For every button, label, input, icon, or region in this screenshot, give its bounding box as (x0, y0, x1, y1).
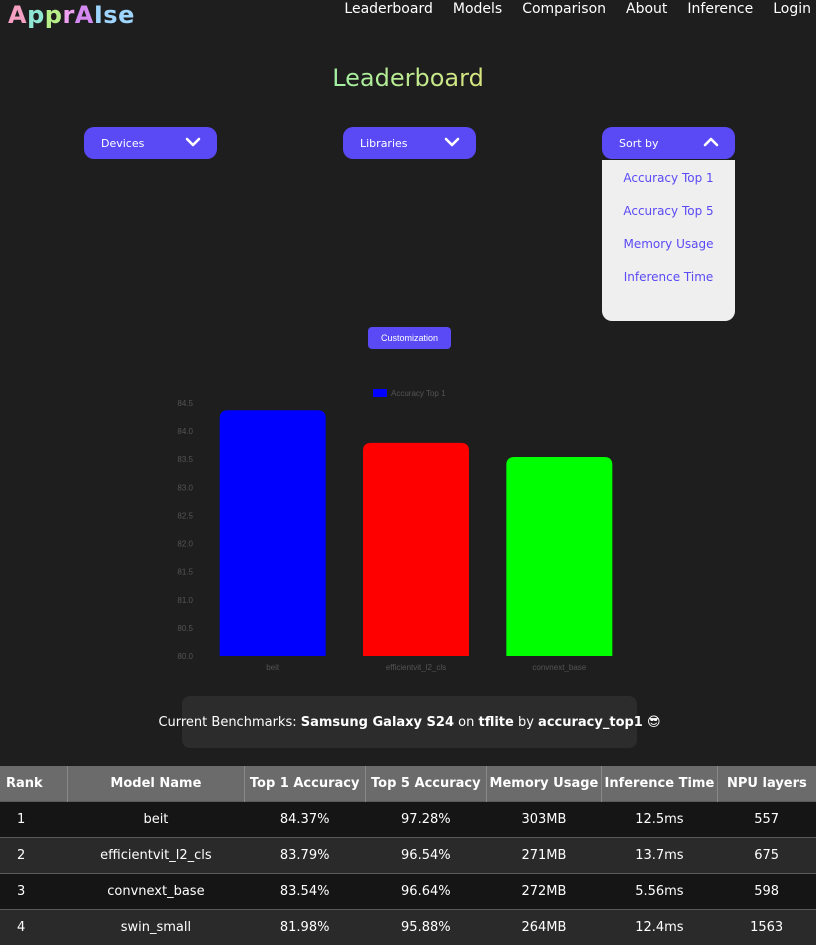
cell-inference: 12.5ms (601, 802, 717, 838)
logo-letter: p (45, 1, 63, 29)
y-tick-label: 84.0 (177, 427, 193, 436)
legend-label: Accuracy Top 1 (391, 389, 446, 398)
header-rank[interactable]: Rank (0, 766, 68, 802)
cell-top1: 81.98% (244, 910, 365, 945)
cell-top5: 95.88% (365, 910, 486, 945)
bar-beit[interactable] (220, 410, 326, 656)
bar-efficientvit-l2-cls[interactable] (363, 443, 469, 656)
sort-option-memory-usage[interactable]: Memory Usage (623, 235, 713, 268)
libraries-dropdown-label: Libraries (360, 137, 408, 150)
benchmark-by: by (514, 715, 538, 730)
nav-leaderboard[interactable]: Leaderboard (344, 1, 432, 17)
chevron-up-icon (703, 136, 719, 148)
logo-letter: Ise (94, 1, 135, 29)
top-navbar: ApprAIse Leaderboard Models Comparison A… (0, 0, 816, 34)
sort-by-menu: Accuracy Top 1 Accuracy Top 5 Memory Usa… (602, 160, 735, 321)
y-tick-label: 80.0 (177, 652, 193, 661)
main-nav: Leaderboard Models Comparison About Infe… (344, 1, 811, 17)
cell-memory: 264MB (486, 910, 601, 945)
y-tick-label: 82.5 (177, 511, 193, 520)
cell-npu: 557 (717, 802, 816, 838)
y-tick-label: 81.0 (177, 596, 193, 605)
header-memory-usage[interactable]: Memory Usage (486, 766, 601, 802)
table-row[interactable]: 1 beit 84.37% 97.28% 303MB 12.5ms 557 (0, 802, 816, 838)
cell-memory: 303MB (486, 802, 601, 838)
logo-letter: p (27, 1, 45, 29)
cell-top5: 96.64% (365, 874, 486, 910)
page-title: Leaderboard (0, 64, 816, 92)
cell-top1: 83.54% (244, 874, 365, 910)
cell-top1: 84.37% (244, 802, 365, 838)
y-tick-label: 80.5 (177, 624, 193, 633)
benchmark-metric: accuracy_top1 (538, 715, 643, 730)
sunglasses-emoji-icon: 😎 (647, 715, 661, 730)
y-tick-label: 82.0 (177, 540, 193, 549)
header-top1-accuracy[interactable]: Top 1 Accuracy (244, 766, 365, 802)
logo-letter: A (8, 1, 27, 29)
y-tick-label: 81.5 (177, 568, 193, 577)
sort-option-inference-time[interactable]: Inference Time (624, 268, 714, 301)
header-top5-accuracy[interactable]: Top 5 Accuracy (365, 766, 486, 802)
sort-option-accuracy-top-1[interactable]: Accuracy Top 1 (623, 169, 713, 202)
table-row[interactable]: 4 swin_small 81.98% 95.88% 264MB 12.4ms … (0, 910, 816, 945)
cell-top1: 83.79% (244, 838, 365, 874)
app-logo[interactable]: ApprAIse (8, 1, 135, 29)
cell-npu: 1563 (717, 910, 816, 945)
libraries-dropdown[interactable]: Libraries (343, 127, 476, 159)
nav-inference[interactable]: Inference (687, 1, 753, 17)
header-npu-layers[interactable]: NPU layers (717, 766, 816, 802)
header-model-name[interactable]: Model Name (68, 766, 244, 802)
x-tick-label: convnext_base (532, 663, 586, 672)
table-row[interactable]: 3 convnext_base 83.54% 96.64% 272MB 5.56… (0, 874, 816, 910)
cell-memory: 272MB (486, 874, 601, 910)
bar-convnext-base[interactable] (506, 457, 612, 656)
cell-top5: 96.54% (365, 838, 486, 874)
sort-by-dropdown[interactable]: Sort by (602, 127, 735, 159)
customization-button[interactable]: Customization (368, 327, 451, 349)
devices-dropdown-label: Devices (101, 137, 144, 150)
y-tick-label: 83.5 (177, 455, 193, 464)
cell-npu: 598 (717, 874, 816, 910)
benchmark-prefix: Current Benchmarks: (158, 715, 300, 730)
x-tick-label: efficientvit_l2_cls (386, 663, 446, 672)
logo-letter: r (62, 1, 74, 29)
y-tick-label: 84.5 (177, 399, 193, 408)
table-header-row: Rank Model Name Top 1 Accuracy Top 5 Acc… (0, 766, 816, 802)
cell-inference: 13.7ms (601, 838, 717, 874)
nav-models[interactable]: Models (453, 1, 502, 17)
cell-model-name: convnext_base (68, 874, 244, 910)
cell-rank: 1 (0, 802, 68, 838)
accuracy-bar-chart: 80.0 80.5 81.0 81.5 82.0 82.5 83.0 83.5 84.0 84.5… (0, 380, 816, 680)
chevron-down-icon (444, 136, 460, 148)
cell-inference: 5.56ms (601, 874, 717, 910)
nav-about[interactable]: About (626, 1, 667, 17)
table-row[interactable]: 2 efficientvit_l2_cls 83.79% 96.54% 271M… (0, 838, 816, 874)
legend-swatch (373, 389, 387, 397)
sort-option-accuracy-top-5[interactable]: Accuracy Top 5 (623, 202, 713, 235)
nav-login[interactable]: Login (773, 1, 811, 17)
x-tick-label: beit (266, 663, 280, 672)
header-inference-time[interactable]: Inference Time (601, 766, 717, 802)
nav-comparison[interactable]: Comparison (522, 1, 606, 17)
sort-by-dropdown-label: Sort by (619, 137, 659, 150)
y-tick-label: 83.0 (177, 483, 193, 492)
cell-rank: 3 (0, 874, 68, 910)
cell-model-name: beit (68, 802, 244, 838)
cell-top5: 97.28% (365, 802, 486, 838)
benchmark-device: Samsung Galaxy S24 (301, 715, 454, 730)
cell-rank: 2 (0, 838, 68, 874)
cell-model-name: swin_small (68, 910, 244, 945)
cell-rank: 4 (0, 910, 68, 945)
cell-npu: 675 (717, 838, 816, 874)
leaderboard-table: Rank Model Name Top 1 Accuracy Top 5 Acc… (0, 766, 816, 945)
chevron-down-icon (185, 136, 201, 148)
cell-inference: 12.4ms (601, 910, 717, 945)
current-benchmarks-banner: Current Benchmarks: Samsung Galaxy S24 o… (182, 696, 637, 748)
benchmark-library: tflite (478, 715, 513, 730)
benchmark-on: on (454, 715, 478, 730)
cell-memory: 271MB (486, 838, 601, 874)
logo-letter: A (75, 1, 94, 29)
devices-dropdown[interactable]: Devices (84, 127, 217, 159)
cell-model-name: efficientvit_l2_cls (68, 838, 244, 874)
